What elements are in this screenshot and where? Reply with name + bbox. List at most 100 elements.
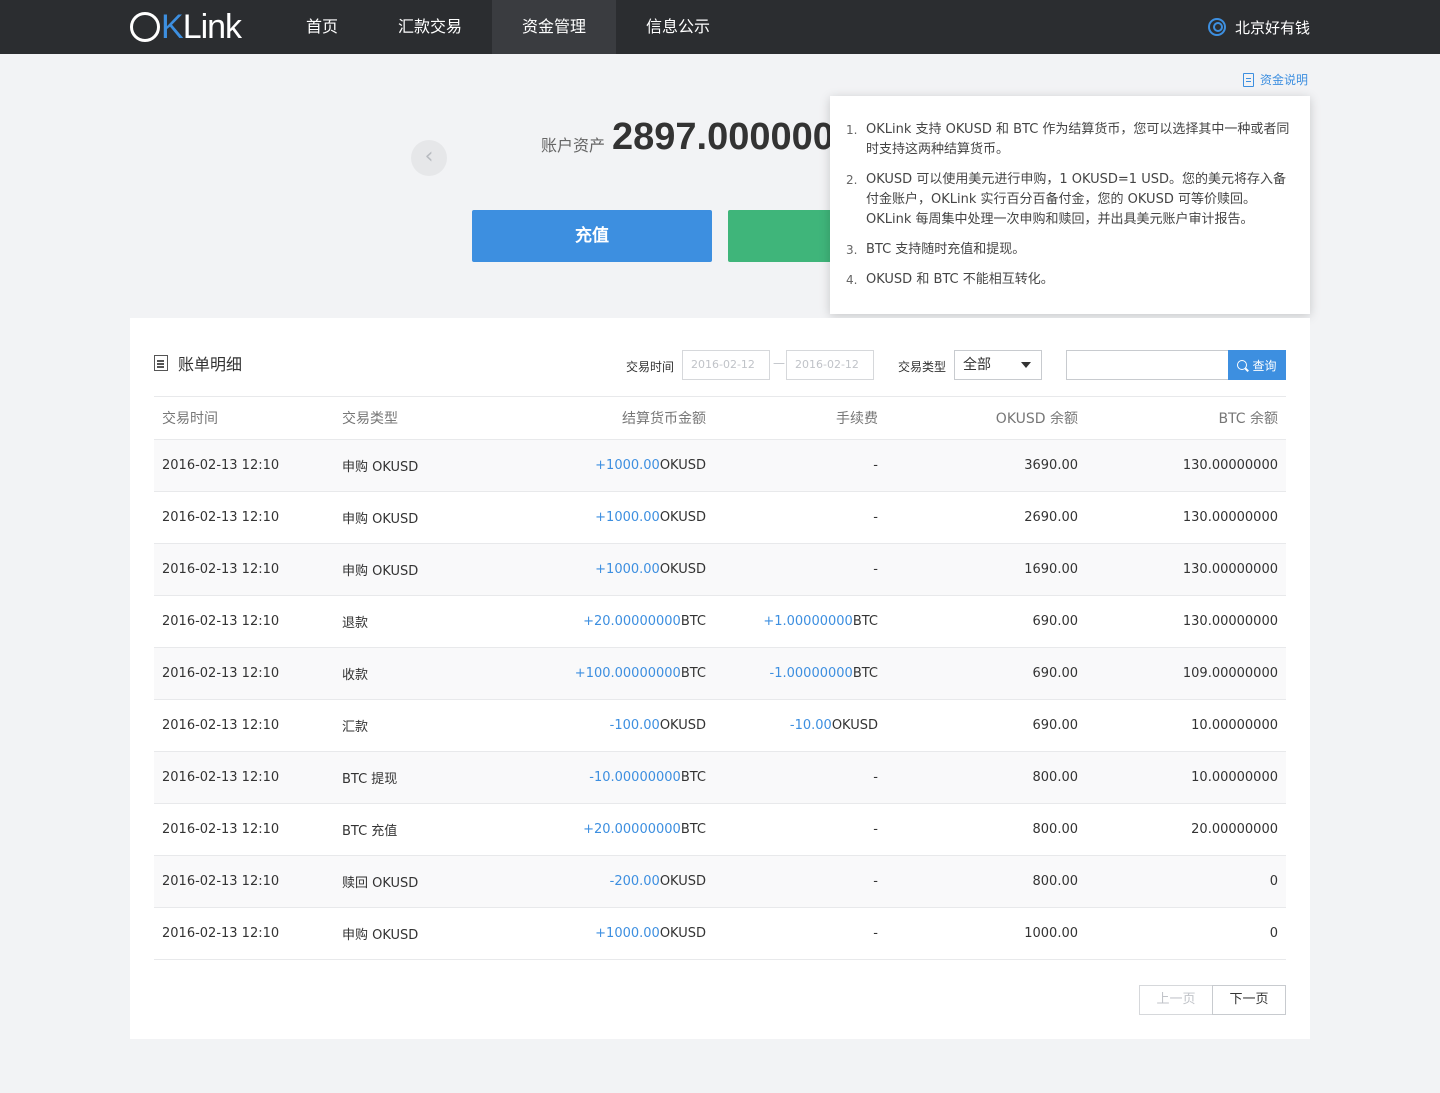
cell-time: 2016-02-13 12:10 xyxy=(162,926,280,941)
table-row: 2016-02-13 12:10 申购 OKUSD +1000.00 OKUSD - 16… xyxy=(154,544,1286,596)
fund-info-label: 资金说明 xyxy=(1260,73,1309,87)
col-header-amount: 结算货币金额 xyxy=(622,411,706,427)
search-button[interactable]: 查询 xyxy=(1228,350,1286,380)
nav-fund-management[interactable]: 资金管理 xyxy=(492,0,616,54)
amount-value: -100.00 xyxy=(609,718,660,733)
cell-amount: +20.00000000 BTC xyxy=(583,804,706,855)
amount-unit: BTC xyxy=(680,770,706,785)
chevron-left-icon: ‹ xyxy=(424,144,434,169)
cell-fee: -1.00000000 BTC xyxy=(770,648,878,699)
cell-amount: -100.00 OKUSD xyxy=(610,700,706,751)
cell-type: 汇款 xyxy=(342,720,369,735)
cell-btc-balance: 130.00000000 xyxy=(1182,562,1278,577)
user-name: 北京好有钱 xyxy=(1234,18,1310,37)
logo-o-mark xyxy=(130,12,160,42)
cell-time: 2016-02-13 12:10 xyxy=(162,510,280,525)
cell-time: 2016-02-13 12:10 xyxy=(162,562,280,577)
fee-value: +1.00000000 xyxy=(763,614,853,629)
bill-title: 账单明细 xyxy=(154,351,242,375)
filter-type-label: 交易类型 xyxy=(898,360,947,374)
table-row: 2016-02-13 12:10 汇款 -100.00 OKUSD -10.00 OKUS… xyxy=(154,700,1286,752)
date-from-input[interactable]: 2016-02-12 xyxy=(682,350,770,380)
fee-value: - xyxy=(873,770,878,785)
col-header-type: 交易类型 xyxy=(342,411,398,427)
cell-amount: +100.00000000 BTC xyxy=(575,648,706,699)
cell-amount: +20.00000000 BTC xyxy=(583,596,706,647)
date-to-input[interactable]: 2016-02-12 xyxy=(786,350,874,380)
recharge-button[interactable]: 充值 xyxy=(472,210,712,262)
nav-remittance[interactable]: 汇款交易 xyxy=(384,0,476,54)
cell-okusd-balance: 1000.00 xyxy=(1024,926,1078,941)
cell-btc-balance: 130.00000000 xyxy=(1182,458,1278,473)
fee-unit: BTC xyxy=(852,614,878,629)
amount-value: +1000.00 xyxy=(595,562,660,577)
fund-info-link[interactable]: 资金说明 xyxy=(1243,71,1308,88)
amount-unit: BTC xyxy=(680,614,706,629)
col-header-fee: 手续费 xyxy=(836,411,878,427)
cell-fee: +1.00000000 BTC xyxy=(763,596,878,647)
cell-type: 申购 OKUSD xyxy=(342,928,419,943)
fund-info-item: 1. OKLink 支持 OKUSD 和 BTC 作为结算货币，您可以选择其中一种… xyxy=(846,122,1290,157)
fund-info-item: 2. OKUSD 可以使用美元进行申购，1 OKUSD=1 USD。您的美元将存入… xyxy=(846,172,1286,227)
cell-okusd-balance: 1690.00 xyxy=(1024,562,1078,577)
fund-info-item: 4. OKUSD 和 BTC 不能相互转化。 xyxy=(846,272,1054,287)
amount-value: -200.00 xyxy=(609,874,660,889)
bill-card: 账单明细 交易时间 2016-02-12 — 2016-02-12 交易类型 全… xyxy=(130,318,1310,1039)
amount-unit: BTC xyxy=(680,666,706,681)
cell-okusd-balance: 800.00 xyxy=(1032,822,1079,837)
table-row: 2016-02-13 12:10 赎回 OKUSD -200.00 OKUSD - 800… xyxy=(154,856,1286,908)
amount-unit: OKUSD xyxy=(659,926,706,941)
bill-table: 交易时间 交易类型 结算货币金额 手续费 OKUSD 余额 BTC 余额 201… xyxy=(154,396,1286,960)
nav-home[interactable]: 首页 xyxy=(290,0,354,54)
fee-value: - xyxy=(873,562,878,577)
oklink-logo[interactable]: K Link xyxy=(130,8,242,46)
table-row: 2016-02-13 12:10 收款 +100.00000000 BTC -1.000… xyxy=(154,648,1286,700)
table-header: 交易时间 交易类型 结算货币金额 手续费 OKUSD 余额 BTC 余额 xyxy=(154,396,1286,440)
cell-okusd-balance: 2690.00 xyxy=(1024,510,1078,525)
cell-amount: +1000.00 OKUSD xyxy=(595,544,706,595)
filter-time-label: 交易时间 xyxy=(626,360,675,374)
cell-amount: +1000.00 OKUSD xyxy=(595,440,706,491)
cell-fee: - xyxy=(873,544,878,595)
cell-time: 2016-02-13 12:10 xyxy=(162,666,280,681)
bill-list-icon xyxy=(154,355,168,371)
cell-okusd-balance: 690.00 xyxy=(1032,718,1079,733)
fee-value: -10.00 xyxy=(789,718,832,733)
cell-time: 2016-02-13 12:10 xyxy=(162,718,280,733)
cell-okusd-balance: 800.00 xyxy=(1032,874,1079,889)
cell-amount: -200.00 OKUSD xyxy=(610,856,706,907)
amount-value: +1000.00 xyxy=(595,510,660,525)
col-header-time: 交易时间 xyxy=(162,411,218,427)
table-row: 2016-02-13 12:10 BTC 充值 +20.00000000 BTC - 80… xyxy=(154,804,1286,856)
withdraw-button[interactable] xyxy=(728,210,838,262)
cell-btc-balance: 0 xyxy=(1269,874,1278,889)
cell-time: 2016-02-13 12:10 xyxy=(162,822,280,837)
user-menu[interactable]: 北京好有钱 xyxy=(1207,0,1310,54)
asset-label: 账户资产 xyxy=(541,136,606,155)
cell-type: 申购 OKUSD xyxy=(342,564,419,579)
table-body: 2016-02-13 12:10 申购 OKUSD +1000.00 OKUSD -36… xyxy=(154,440,1286,960)
fund-info-item: 3. BTC 支持随时充值和提现。 xyxy=(846,242,1026,257)
cell-time: 2016-02-13 12:10 xyxy=(162,458,280,473)
search-input[interactable] xyxy=(1066,350,1230,380)
user-icon xyxy=(1207,18,1226,36)
cell-type: 收款 xyxy=(342,668,369,683)
fee-value: -1.00000000 xyxy=(769,666,853,681)
prev-page-button[interactable]: 上一页 xyxy=(1139,985,1213,1015)
amount-unit: BTC xyxy=(680,822,706,837)
amount-unit: OKUSD xyxy=(659,458,706,473)
top-nav: K Link 首页 汇款交易 资金管理 信息公示 北京好有钱 xyxy=(0,0,1440,54)
carousel-prev-button[interactable]: ‹ xyxy=(411,140,447,176)
nav-info-disclosure[interactable]: 信息公示 xyxy=(632,0,724,54)
fund-info-list: 1. OKLink 支持 OKUSD 和 BTC 作为结算货币，您可以选择其中一种… xyxy=(830,96,1310,290)
amount-value: +1000.00 xyxy=(595,458,660,473)
amount-value: +100.00000000 xyxy=(574,666,681,681)
next-page-button[interactable]: 下一页 xyxy=(1212,985,1286,1015)
amount-unit: OKUSD xyxy=(659,718,706,733)
table-row: 2016-02-13 12:10 退款 +20.00000000 BTC +1.0000… xyxy=(154,596,1286,648)
cell-btc-balance: 130.00000000 xyxy=(1182,510,1278,525)
type-select[interactable]: 全部 xyxy=(954,350,1042,380)
cell-fee: - xyxy=(873,856,878,907)
amount-value: -10.00000000 xyxy=(589,770,681,785)
cell-btc-balance: 10.00000000 xyxy=(1191,718,1278,733)
